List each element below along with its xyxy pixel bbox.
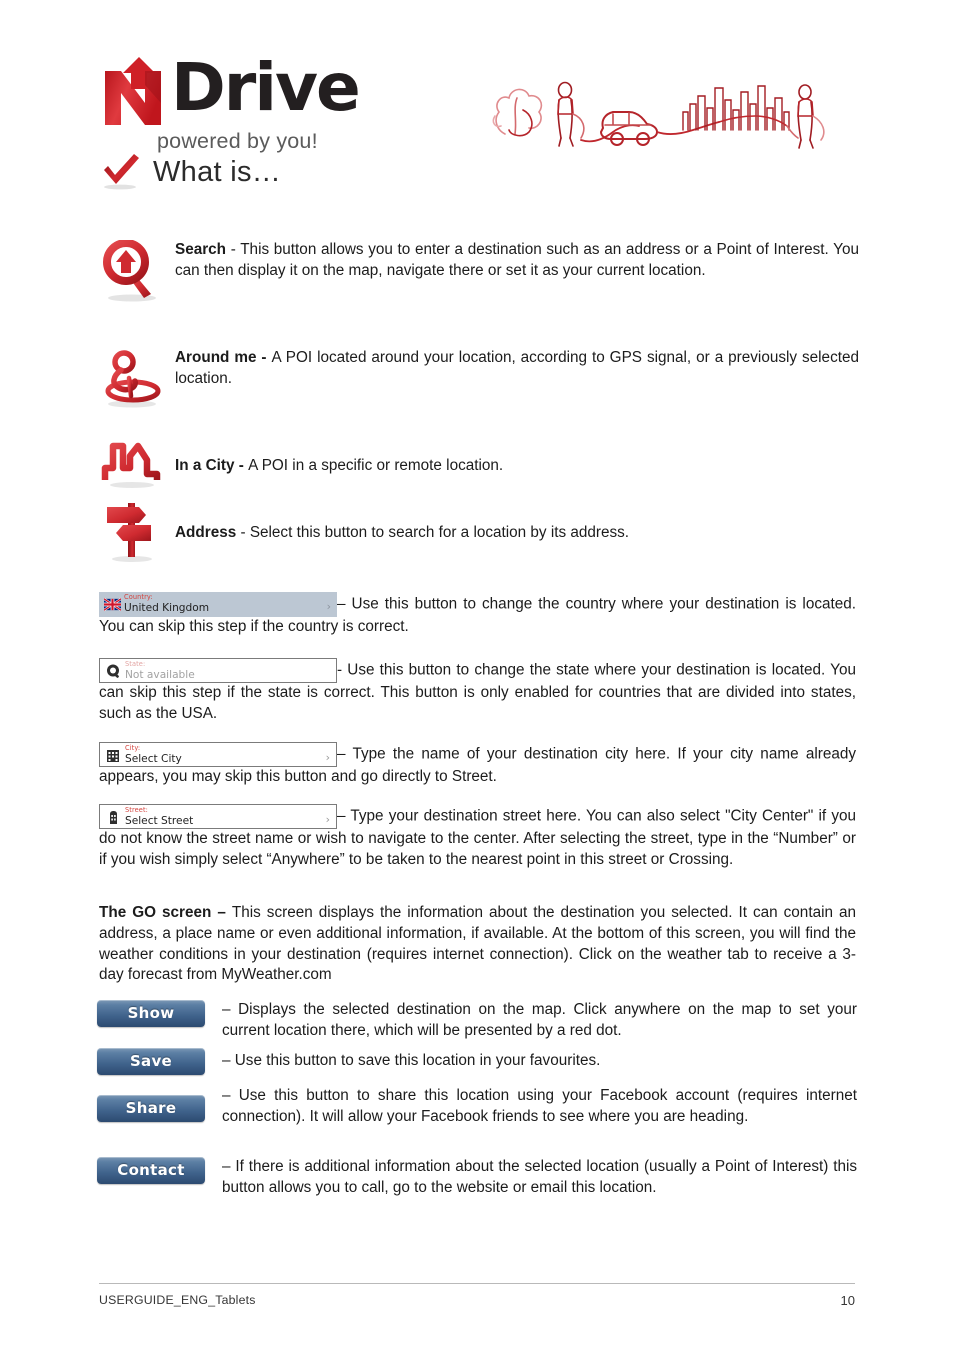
city-field[interactable]: City: Select City › — [99, 742, 337, 767]
chevron-right-icon: › — [325, 813, 330, 826]
page-footer: USERGUIDE_ENG_Tablets 10 — [99, 1283, 855, 1308]
state-field-value: Not available — [125, 669, 195, 681]
ndrive-logo: Drive powered by you! — [99, 55, 399, 154]
save-button[interactable]: Save — [97, 1048, 205, 1075]
feature-body: A POI located around your location, acco… — [175, 349, 859, 387]
street-field-value: Select Street — [125, 815, 194, 827]
search-magnifier-icon — [99, 239, 175, 311]
state-field: State: Not available — [99, 658, 337, 683]
in-a-city-skyline-icon — [99, 438, 175, 495]
city-building-icon — [105, 747, 122, 764]
country-field[interactable]: Country: United Kingdom › — [99, 592, 337, 617]
footer-document-name: USERGUIDE_ENG_Tablets — [99, 1293, 256, 1307]
feature-term: Address — [175, 524, 237, 542]
feature-term: Search — [175, 241, 227, 258]
chevron-right-icon: › — [326, 600, 331, 613]
feature-term: Around me - — [175, 349, 272, 366]
feature-body: - This button allows you to enter a dest… — [175, 241, 859, 279]
save-button-cell: Save — [97, 1048, 222, 1075]
page-header: Drive powered by you! What is… — [0, 0, 954, 205]
contact-button-description: – If there is additional information abo… — [222, 1158, 857, 1196]
button-row-share: Share – Use this button to share this lo… — [97, 1086, 857, 1128]
button-row-contact: Contact – If there is additional informa… — [97, 1157, 857, 1199]
save-button-description: – Use this button to save this location … — [222, 1052, 601, 1070]
country-field-label: Country: — [124, 593, 153, 601]
feature-around-me: Around me - A POI located around your lo… — [99, 348, 859, 415]
check-mark-icon — [100, 152, 144, 192]
feature-around-me-text: Around me - A POI located around your lo… — [175, 348, 859, 389]
feature-address-text: Address - Select this button to search f… — [175, 523, 629, 544]
share-button-cell: Share — [97, 1086, 222, 1122]
button-row-show: Show – Displays the selected destination… — [97, 1000, 857, 1042]
state-field-label: State: — [125, 660, 146, 668]
paragraph-city: City: Select City › – Type the name of y… — [99, 742, 856, 788]
state-magnifier-icon — [105, 663, 122, 680]
share-button-description: – Use this button to share this location… — [222, 1087, 857, 1125]
feature-term: In a City - — [175, 457, 249, 475]
country-field-value: United Kingdom — [124, 602, 210, 614]
share-button[interactable]: Share — [97, 1095, 205, 1122]
street-tower-icon — [105, 809, 122, 826]
feature-search: Search - This button allows you to enter… — [99, 239, 859, 311]
footer-page-number: 10 — [840, 1293, 855, 1308]
street-field-label: Street: — [125, 806, 148, 814]
logo-n-arrow-icon — [99, 55, 177, 127]
city-scene-illustration — [487, 52, 837, 152]
paragraph-street: Street: Select Street › – Type your dest… — [99, 804, 856, 871]
section-heading-row: What is… — [100, 152, 281, 192]
feature-in-a-city-text: In a City - A POI in a specific or remot… — [175, 456, 503, 477]
chevron-right-icon: › — [325, 751, 330, 764]
address-signpost-icon — [99, 495, 175, 572]
footer-divider — [99, 1283, 855, 1284]
show-button-description: – Displays the selected destination on t… — [222, 1001, 857, 1039]
around-me-person-icon — [99, 348, 175, 415]
button-row-save: Save – Use this button to save this loca… — [97, 1048, 857, 1075]
contact-button-cell: Contact — [97, 1157, 222, 1184]
paragraph-country: Country: United Kingdom › – Use this but… — [99, 592, 856, 638]
show-button[interactable]: Show — [97, 1000, 205, 1027]
paragraph-state: State: Not available - Use this button t… — [99, 658, 856, 725]
feature-body: A POI in a specific or remote location. — [248, 457, 504, 475]
city-field-value: Select City — [125, 753, 182, 765]
feature-search-text: Search - This button allows you to enter… — [175, 240, 859, 281]
feature-in-a-city: In a City - A POI in a specific or remot… — [99, 438, 859, 495]
show-button-cell: Show — [97, 1000, 222, 1027]
feature-body: - Select this button to search for a loc… — [236, 524, 630, 542]
logo-drive-text: Drive — [171, 49, 361, 126]
contact-button[interactable]: Contact — [97, 1157, 205, 1184]
go-screen-term: The GO screen – — [99, 904, 232, 921]
document-page: Drive powered by you! What is… Search - … — [0, 0, 954, 1351]
uk-flag-icon — [103, 596, 122, 613]
city-field-label: City: — [125, 744, 141, 752]
paragraph-go-screen: The GO screen – This screen displays the… — [99, 903, 856, 986]
logo-wordmark: Drive — [99, 55, 399, 127]
page-title: What is… — [153, 155, 282, 188]
logo-tagline: powered by you! — [157, 129, 318, 153]
street-field[interactable]: Street: Select Street › — [99, 804, 337, 829]
feature-address: Address - Select this button to search f… — [99, 495, 859, 572]
